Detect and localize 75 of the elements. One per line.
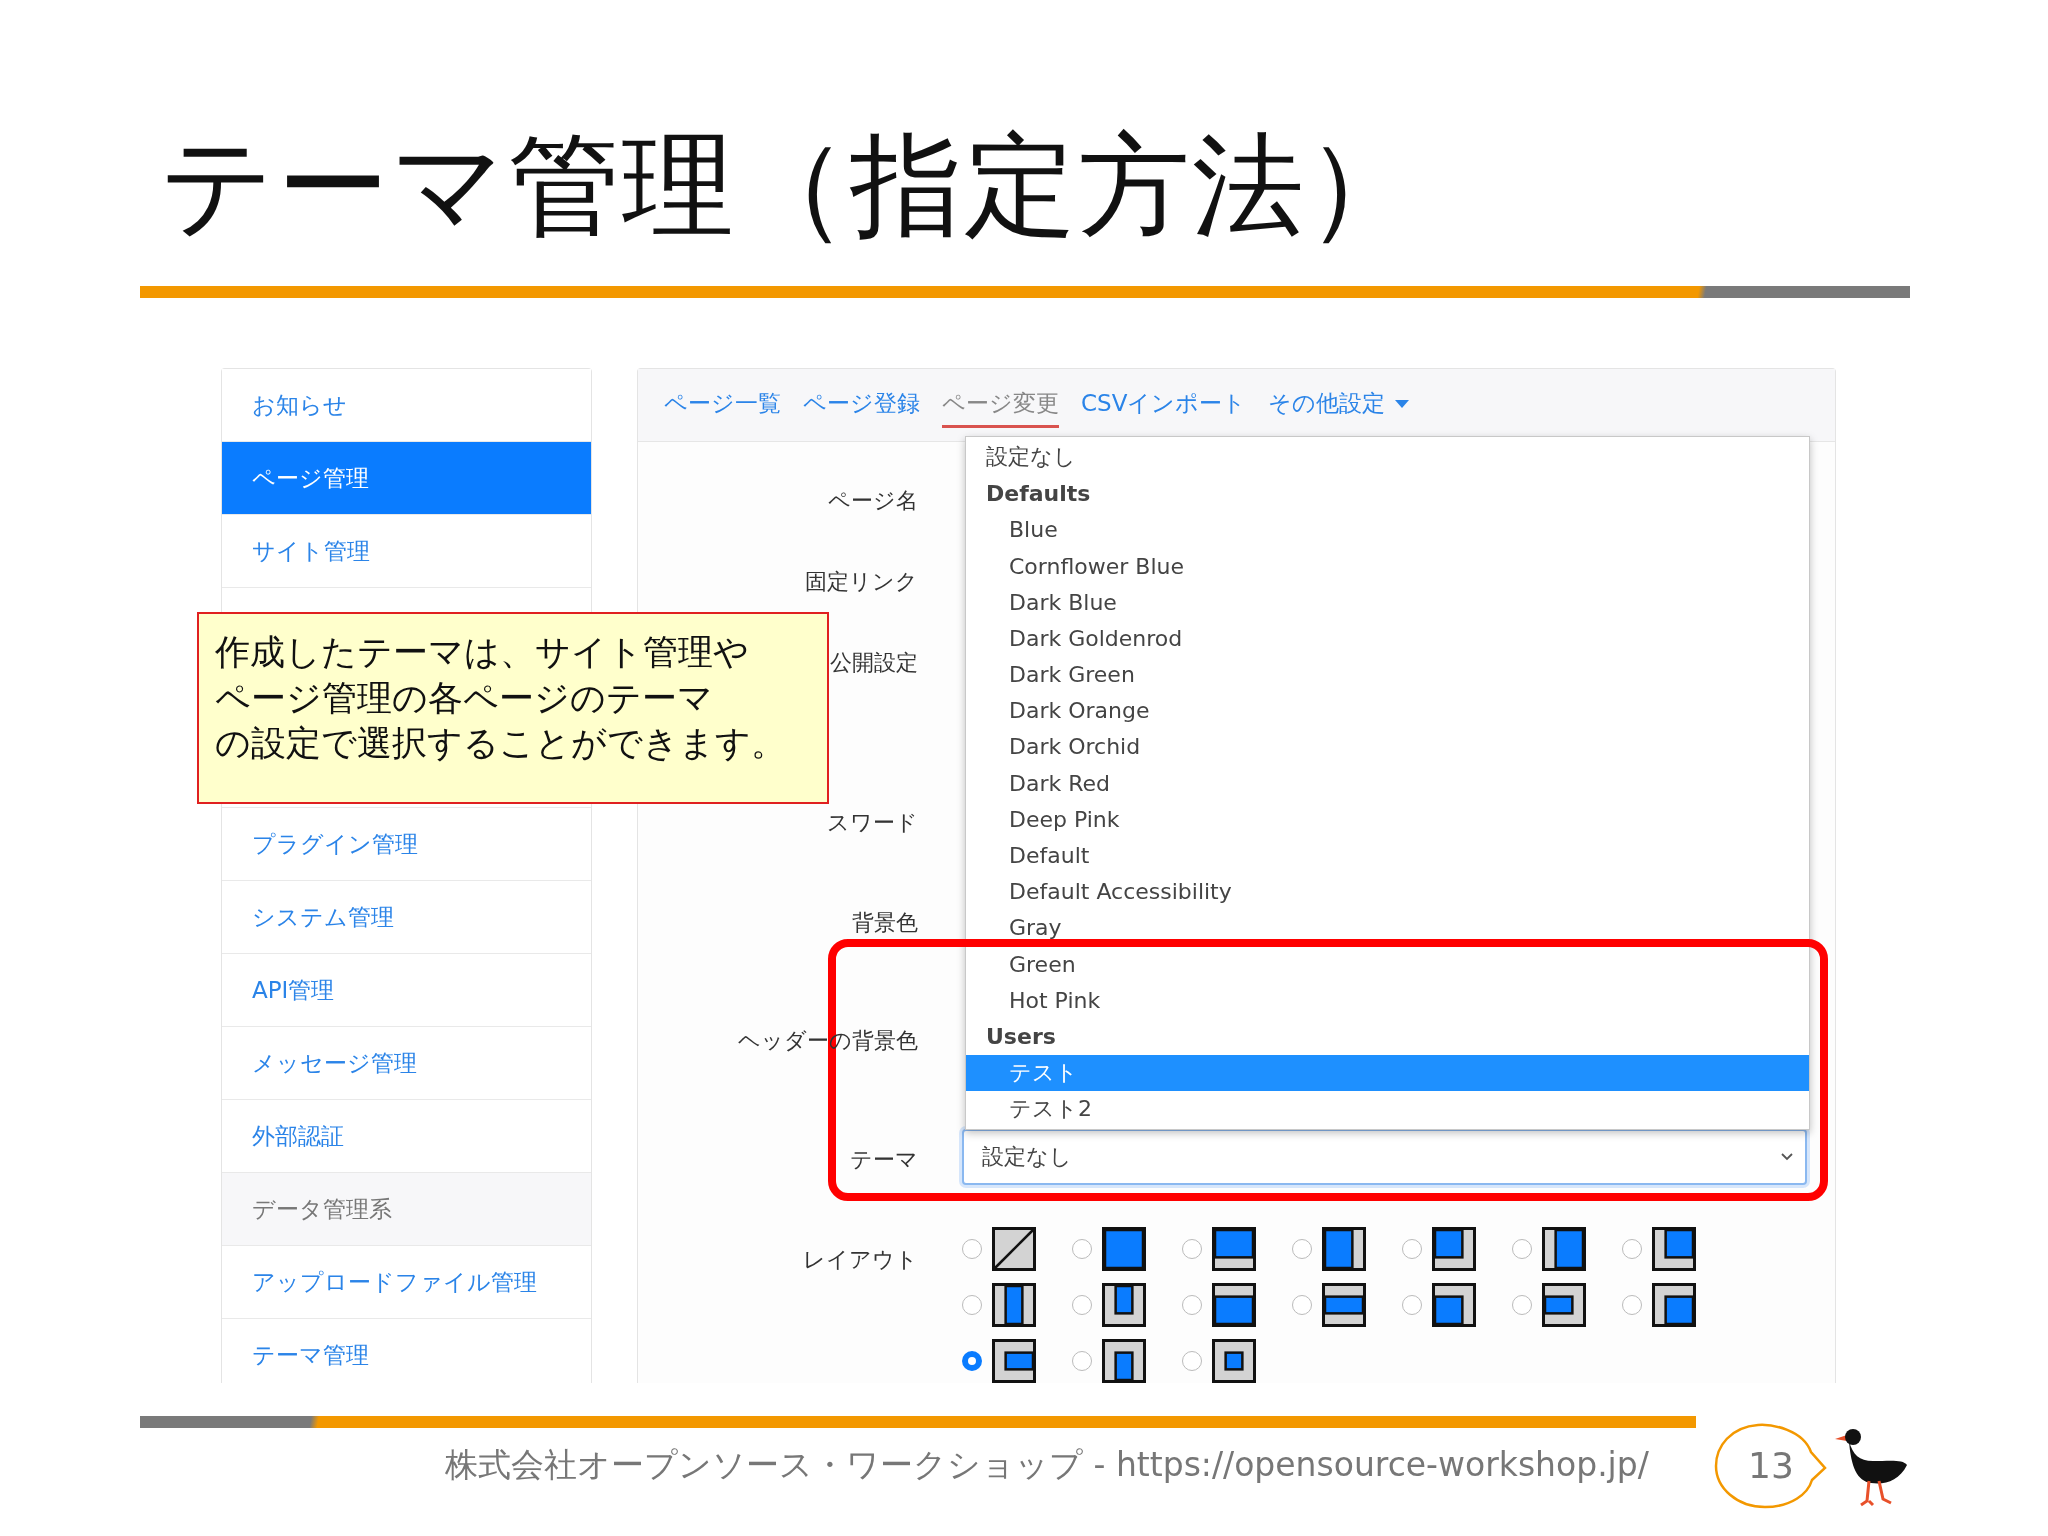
option-group-label: Defaults bbox=[985, 480, 1092, 509]
layout-icon bbox=[1542, 1227, 1586, 1272]
field-label: スワード bbox=[827, 809, 918, 838]
radio-button[interactable] bbox=[1072, 1239, 1092, 1260]
theme-select[interactable]: 設定なし bbox=[962, 1129, 1807, 1186]
radio-button[interactable] bbox=[1182, 1295, 1202, 1316]
tab[interactable]: CSVインポート bbox=[1081, 382, 1247, 429]
dropdown-option[interactable]: Blue bbox=[966, 511, 1809, 548]
field-label: ページ名 bbox=[828, 487, 918, 516]
dropdown-option[interactable]: Cornflower Blue bbox=[966, 547, 1809, 585]
callout-text: の設定で選択することができます。 bbox=[215, 722, 786, 766]
layout-icon bbox=[992, 1339, 1036, 1384]
layout-icon bbox=[1322, 1283, 1366, 1328]
dropdown-option[interactable]: Dark Green bbox=[966, 656, 1809, 693]
layout-icon bbox=[1212, 1283, 1256, 1328]
field-label: テーマ bbox=[850, 1146, 918, 1175]
radio-button[interactable] bbox=[962, 1351, 982, 1372]
dropdown-option[interactable]: Dark Blue bbox=[966, 584, 1809, 621]
tab[interactable]: その他設定 bbox=[1268, 382, 1410, 429]
layout-icon bbox=[1212, 1339, 1256, 1384]
dropdown-option[interactable]: Hot Pink bbox=[966, 982, 1809, 1019]
sidebar-item[interactable]: ページ管理 bbox=[222, 442, 591, 516]
radio-button[interactable] bbox=[1292, 1239, 1312, 1260]
dropdown-option[interactable]: Default Accessibility bbox=[966, 873, 1809, 910]
layout-icon bbox=[1432, 1227, 1476, 1272]
dropdown-option[interactable]: Dark Orchid bbox=[966, 728, 1809, 766]
layout-icon bbox=[1212, 1227, 1256, 1272]
radio-button[interactable] bbox=[1072, 1295, 1092, 1316]
radio-button[interactable] bbox=[1622, 1239, 1642, 1260]
layout-icon bbox=[1322, 1227, 1366, 1272]
dropdown-option[interactable]: Deep Pink bbox=[966, 801, 1809, 838]
dropdown-option[interactable]: Default bbox=[966, 837, 1809, 874]
radio-button[interactable] bbox=[1622, 1295, 1642, 1316]
footer-text: 株式会社オープンソース・ワークショップ - https://opensource-workshop.jp/ bbox=[445, 1444, 1650, 1487]
radio-button[interactable] bbox=[1402, 1295, 1422, 1316]
dropdown-option[interactable]: テスト2 bbox=[966, 1090, 1809, 1127]
dropdown-option[interactable]: Gray bbox=[966, 909, 1809, 946]
radio-button[interactable] bbox=[1182, 1351, 1202, 1372]
layout-icon bbox=[1102, 1339, 1146, 1384]
callout-text: ページ管理の各ページのテーマ bbox=[215, 676, 713, 720]
field-label: 背景色 bbox=[852, 909, 918, 938]
layout-icon bbox=[1102, 1283, 1146, 1328]
radio-button[interactable] bbox=[1182, 1239, 1202, 1260]
field-label: 固定リンク bbox=[805, 568, 918, 597]
tab[interactable]: ページ登録 bbox=[803, 382, 920, 429]
tab[interactable]: ページ一覧 bbox=[664, 382, 781, 429]
layout-icon bbox=[1432, 1283, 1476, 1328]
radio-button[interactable] bbox=[962, 1295, 982, 1316]
radio-button[interactable] bbox=[1292, 1295, 1312, 1316]
layout-icon bbox=[1652, 1283, 1696, 1328]
layout-icon bbox=[1652, 1227, 1696, 1272]
dropdown-option[interactable]: Dark Goldenrod bbox=[966, 620, 1809, 657]
radio-button[interactable] bbox=[962, 1239, 982, 1260]
dropdown-option[interactable]: Dark Red bbox=[966, 765, 1809, 802]
option-group-label: Users bbox=[985, 1023, 1057, 1051]
radio-button[interactable] bbox=[1402, 1239, 1422, 1260]
dropdown-option[interactable]: 設定なし bbox=[966, 439, 1809, 476]
sidebar-header: データ管理系 bbox=[222, 1173, 591, 1247]
dropdown-option[interactable]: Dark Orange bbox=[966, 692, 1809, 729]
radio-button[interactable] bbox=[1072, 1351, 1092, 1372]
callout-text: 作成したテーマは、サイト管理や bbox=[215, 631, 749, 675]
field-label: 公開設定 bbox=[830, 649, 918, 678]
layout-icon bbox=[1542, 1283, 1586, 1328]
dropdown-option[interactable]: Green bbox=[966, 946, 1809, 983]
chevron-down-icon bbox=[1781, 1153, 1793, 1162]
page-number-bubble: 13 bbox=[1713, 1421, 1829, 1510]
layout-icon bbox=[992, 1283, 1036, 1328]
sidebar-item[interactable]: お知らせ bbox=[222, 369, 591, 443]
layout-icon bbox=[1102, 1227, 1146, 1272]
layout-icon bbox=[992, 1227, 1036, 1272]
radio-button[interactable] bbox=[1512, 1295, 1532, 1316]
radio-button[interactable] bbox=[1512, 1239, 1532, 1260]
field-label: レイアウト bbox=[803, 1246, 918, 1275]
caret-icon bbox=[1395, 399, 1410, 408]
slide-title: テーマ管理（指定方法） bbox=[160, 119, 1420, 252]
